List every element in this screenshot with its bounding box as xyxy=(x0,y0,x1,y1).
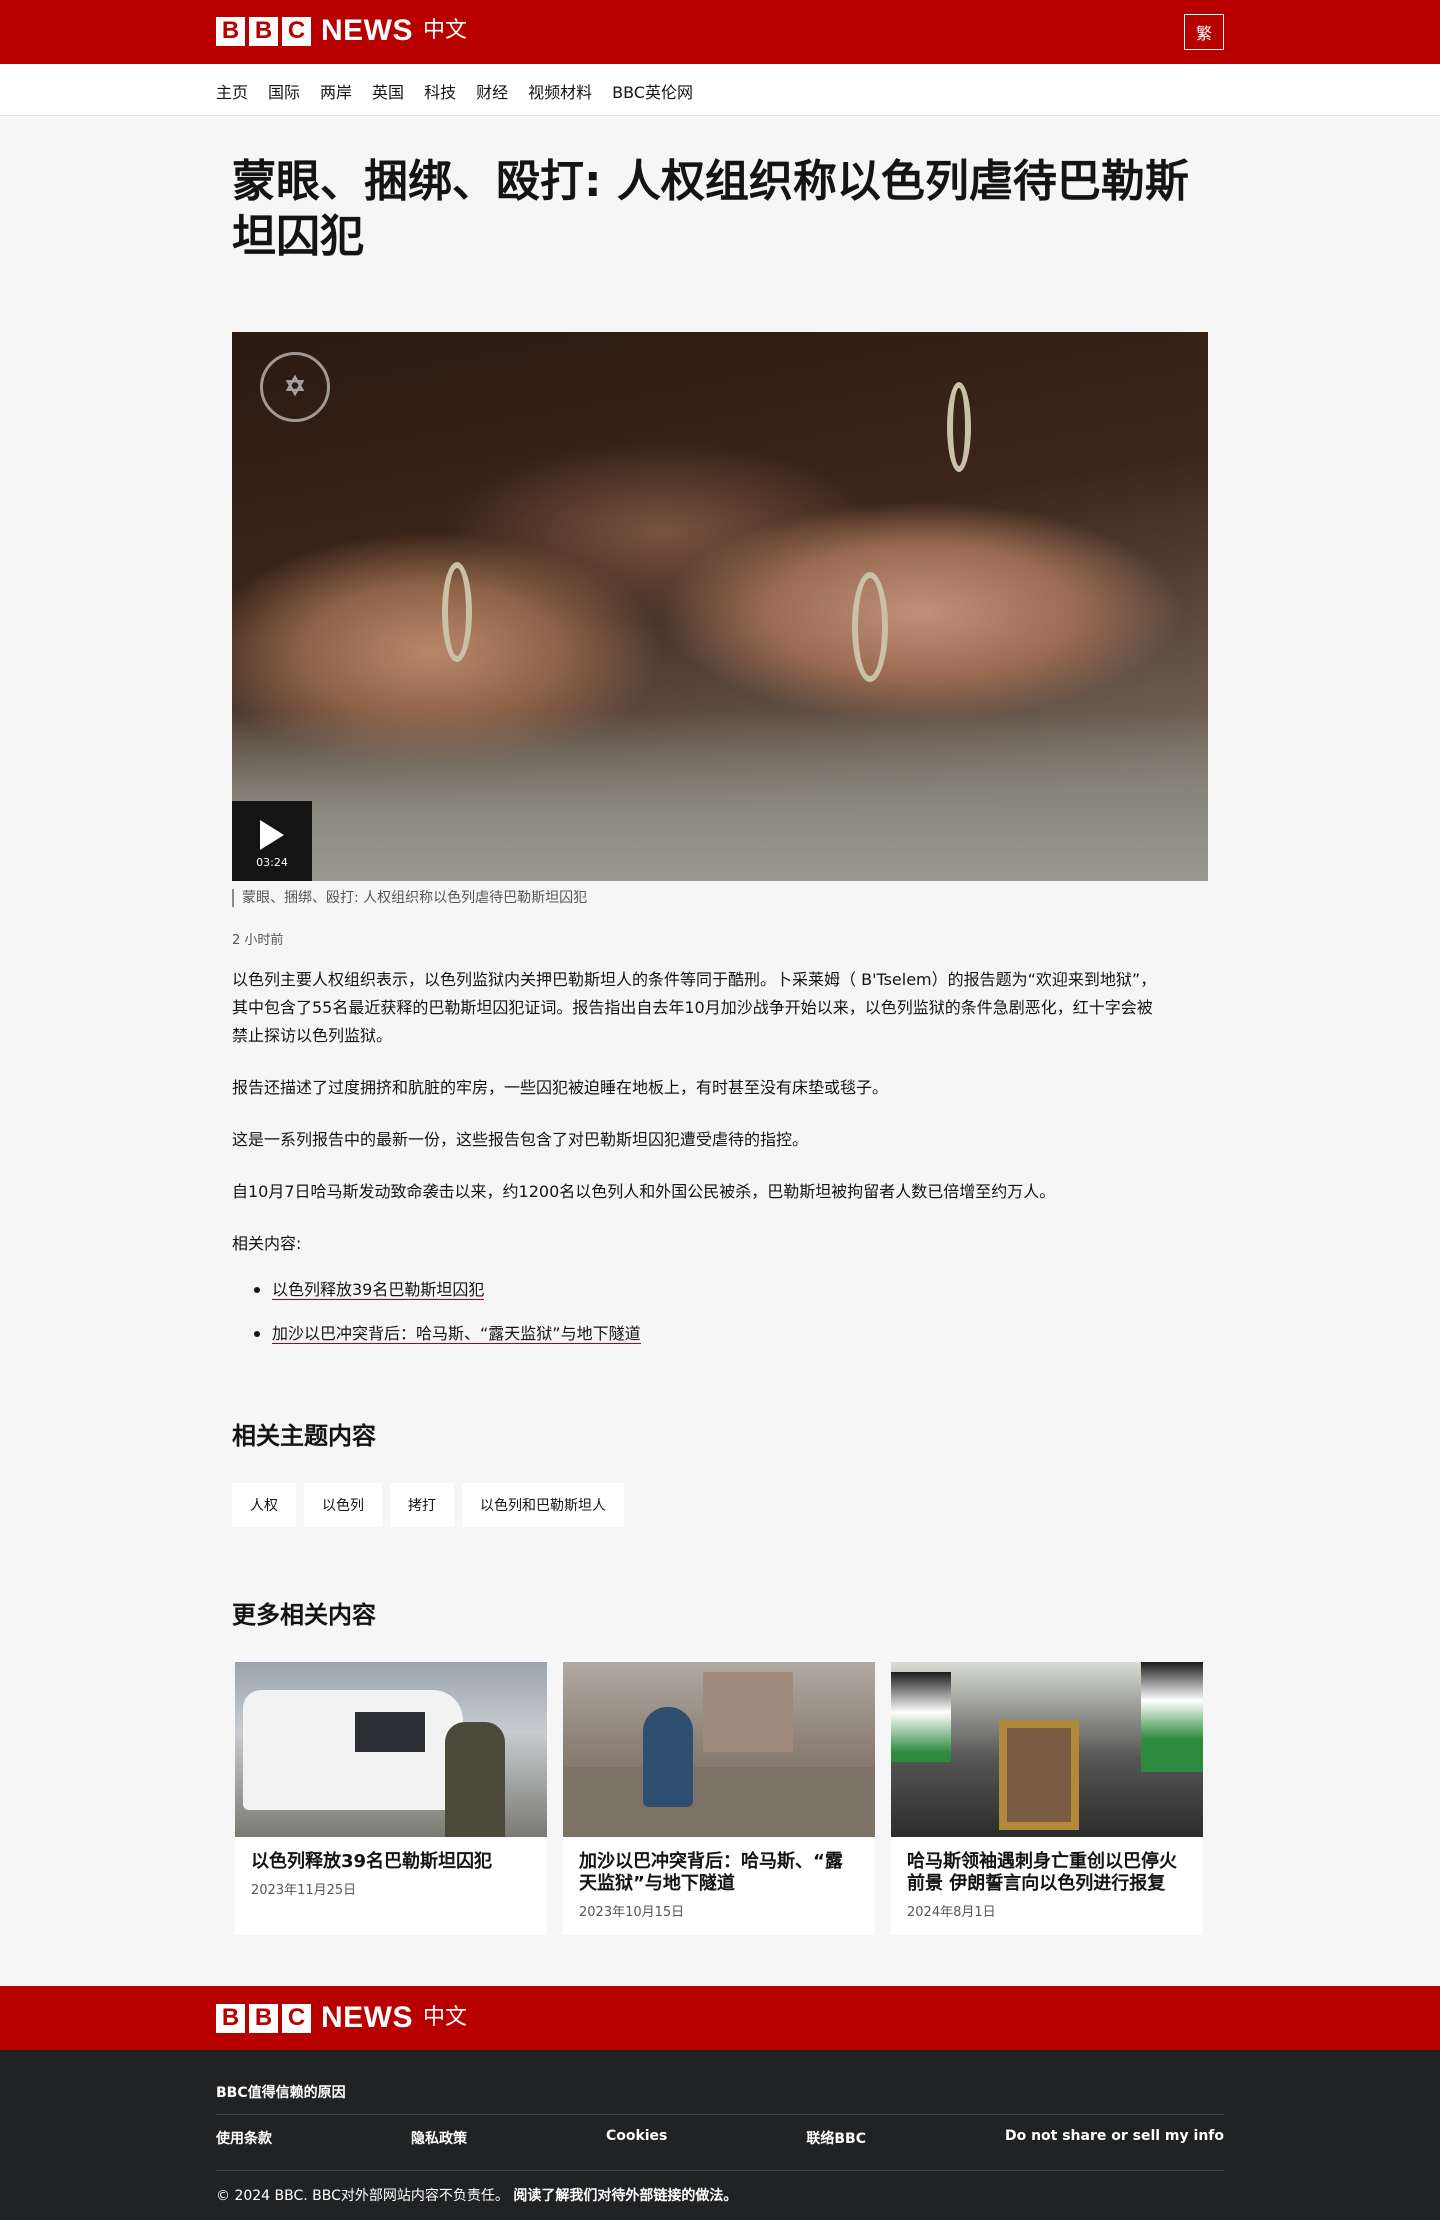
topic-tag[interactable]: 人权 xyxy=(232,1483,296,1527)
footer-why-trust-link[interactable]: BBC值得信赖的原因 xyxy=(216,2082,346,2102)
story-card[interactable]: 加沙以巴冲突背后：哈马斯、“露天监狱”与地下隧道 2023年10月15日 xyxy=(563,1662,875,1935)
topic-tags: 人权 以色列 拷打 以色列和巴勒斯坦人 xyxy=(232,1483,1208,1527)
story-card-image xyxy=(891,1662,1203,1837)
story-card-date: 2023年11月25日 xyxy=(251,1883,357,1898)
story-card-image xyxy=(563,1662,875,1837)
nav-bar: 主页 国际 两岸 英国 科技 财经 视频材料 BBC英伦网 xyxy=(0,64,1440,116)
logo-letter-c: C xyxy=(282,16,311,46)
article-paragraph: 报告还描述了过度拥挤和肮脏的牢房，一些囚犯被迫睡在地板上，有时甚至没有床垫或毯子… xyxy=(232,1078,889,1097)
handcuff-shape xyxy=(852,572,888,682)
nav-item-tech[interactable]: 科技 xyxy=(424,79,456,103)
building-shape xyxy=(703,1672,793,1752)
list-item: 以色列释放39名巴勒斯坦囚犯 xyxy=(254,1278,1208,1302)
nav-item-cross-strait[interactable]: 两岸 xyxy=(320,79,352,103)
footer-link-privacy[interactable]: 隐私政策 xyxy=(411,2128,467,2148)
logo-letter-c: C xyxy=(282,2003,311,2033)
article-paragraph: 这是一系列报告中的最新一份，这些报告包含了对巴勒斯坦囚犯遭受虐待的指控。 xyxy=(232,1130,809,1149)
footer-link-contact[interactable]: 联络BBC xyxy=(806,2128,866,2148)
video-player[interactable]: ✡ 03:24 xyxy=(232,332,1208,881)
article-paragraph: 自10月7日哈马斯发动致命袭击以来，约1200名以色列人和外国公民被杀，巴勒斯坦… xyxy=(232,1182,1056,1201)
nav-item-uk[interactable]: 英国 xyxy=(372,79,404,103)
video-frame-floor xyxy=(232,711,1208,881)
footer-brand-bar: B B C NEWS 中文 xyxy=(0,1986,1440,2050)
footer: BBC值得信赖的原因 使用条款 隐私政策 Cookies 联络BBC Do no… xyxy=(0,2050,1440,2220)
story-card-title[interactable]: 哈马斯领袖遇刺身亡重创以巴停火前景 伊朗誓言向以色列进行报复 xyxy=(907,1851,1187,1895)
person-shape xyxy=(643,1707,693,1807)
logo-lang: 中文 xyxy=(423,2005,468,2030)
more-related-title: 更多相关内容 xyxy=(232,1601,376,1629)
article-timestamp: 2 小时前 xyxy=(232,933,284,948)
person-shape xyxy=(445,1722,505,1837)
list-item: 加沙以巴冲突背后：哈马斯、“露天监狱”与地下隧道 xyxy=(254,1322,1208,1346)
story-card-date: 2023年10月15日 xyxy=(579,1905,685,1920)
nav-item-video[interactable]: 视频材料 xyxy=(528,79,592,103)
logo-letter-b1: B xyxy=(216,2003,245,2033)
story-card[interactable]: 哈马斯领袖遇刺身亡重创以巴停火前景 伊朗誓言向以色列进行报复 2024年8月1日 xyxy=(891,1662,1203,1935)
handcuff-shape xyxy=(947,382,971,472)
external-links-link[interactable]: 阅读了解我们对待外部链接的做法。 xyxy=(513,2188,737,2204)
story-card-title[interactable]: 加沙以巴冲突背后：哈马斯、“露天监狱”与地下隧道 xyxy=(579,1851,859,1895)
topic-tag[interactable]: 以色列和巴勒斯坦人 xyxy=(462,1483,624,1527)
logo-letter-b2: B xyxy=(249,2003,278,2033)
traditional-chinese-switch[interactable]: 繁 xyxy=(1184,14,1224,50)
footer-divider xyxy=(216,2170,1224,2171)
topic-tag[interactable]: 拷打 xyxy=(390,1483,454,1527)
play-button[interactable]: 03:24 xyxy=(232,801,312,881)
related-links-list: 以色列释放39名巴勒斯坦囚犯 加沙以巴冲突背后：哈马斯、“露天监狱”与地下隧道 xyxy=(232,1278,1208,1346)
van-window-shape xyxy=(355,1712,425,1752)
article-main: 蒙眼、捆绑、殴打: 人权组织称以色列虐待巴勒斯坦囚犯 ✡ 03:24 蒙眼、捆绑… xyxy=(232,116,1208,1935)
story-card-title[interactable]: 以色列释放39名巴勒斯坦囚犯 xyxy=(251,1851,531,1873)
footer-links: 使用条款 隐私政策 Cookies 联络BBC Do not share or … xyxy=(216,2128,1224,2148)
story-card[interactable]: 以色列释放39名巴勒斯坦囚犯 2023年11月25日 xyxy=(235,1662,547,1935)
footer-copyright: © 2024 BBC. BBC对外部网站内容不负责任。 阅读了解我们对待外部链接… xyxy=(216,2185,737,2205)
footer-link-cookies[interactable]: Cookies xyxy=(606,2128,667,2148)
topic-tag[interactable]: 以色列 xyxy=(304,1483,382,1527)
handcuff-shape xyxy=(442,562,472,662)
logo-lang: 中文 xyxy=(423,18,468,43)
flag-shape xyxy=(891,1672,951,1762)
footer-divider xyxy=(216,2114,1224,2115)
logo-letter-b2: B xyxy=(249,16,278,46)
play-icon xyxy=(260,819,284,850)
nav-item-finance[interactable]: 财经 xyxy=(476,79,508,103)
van-shape xyxy=(243,1690,463,1810)
logo-news: NEWS xyxy=(321,2001,413,2034)
copyright-text: © 2024 BBC. BBC对外部网站内容不负责任。 xyxy=(216,2188,509,2204)
related-cards: 以色列释放39名巴勒斯坦囚犯 2023年11月25日 加沙以巴冲突背后：哈马斯、… xyxy=(235,1662,1208,1935)
footer-link-do-not-sell[interactable]: Do not share or sell my info xyxy=(1005,2128,1224,2148)
related-link[interactable]: 以色列释放39名巴勒斯坦囚犯 xyxy=(272,1280,485,1300)
bbc-news-logo[interactable]: B B C NEWS 中文 xyxy=(216,16,467,46)
topics-title: 相关主题内容 xyxy=(232,1422,376,1450)
logo-news: NEWS xyxy=(321,14,413,47)
rubble-shape xyxy=(563,1767,875,1837)
footer-bbc-news-logo[interactable]: B B C NEWS 中文 xyxy=(216,2003,467,2033)
nav-item-bbc-uk-china[interactable]: BBC英伦网 xyxy=(612,79,693,103)
watermark-emblem-icon: ✡ xyxy=(260,352,330,422)
story-card-image xyxy=(235,1662,547,1837)
flag-shape xyxy=(1141,1662,1203,1772)
footer-link-terms[interactable]: 使用条款 xyxy=(216,2128,272,2148)
story-card-date: 2024年8月1日 xyxy=(907,1905,996,1920)
nav-item-home[interactable]: 主页 xyxy=(216,79,248,103)
article-headline: 蒙眼、捆绑、殴打: 人权组织称以色列虐待巴勒斯坦囚犯 xyxy=(232,156,1189,262)
logo-letter-b1: B xyxy=(216,16,245,46)
portrait-frame-shape xyxy=(999,1720,1079,1830)
related-content-label: 相关内容: xyxy=(232,1234,302,1253)
video-duration: 03:24 xyxy=(256,855,288,869)
top-header: B B C NEWS 中文 繁 xyxy=(0,0,1440,64)
related-link[interactable]: 加沙以巴冲突背后：哈马斯、“露天监狱”与地下隧道 xyxy=(272,1324,641,1344)
video-caption: 蒙眼、捆绑、殴打: 人权组织称以色列虐待巴勒斯坦囚犯 xyxy=(232,889,1208,907)
article-paragraph: 以色列主要人权组织表示，以色列监狱内关押巴勒斯坦人的条件等同于酷刑。卜采莱姆（ … xyxy=(232,970,1157,1045)
nav-item-international[interactable]: 国际 xyxy=(268,79,300,103)
